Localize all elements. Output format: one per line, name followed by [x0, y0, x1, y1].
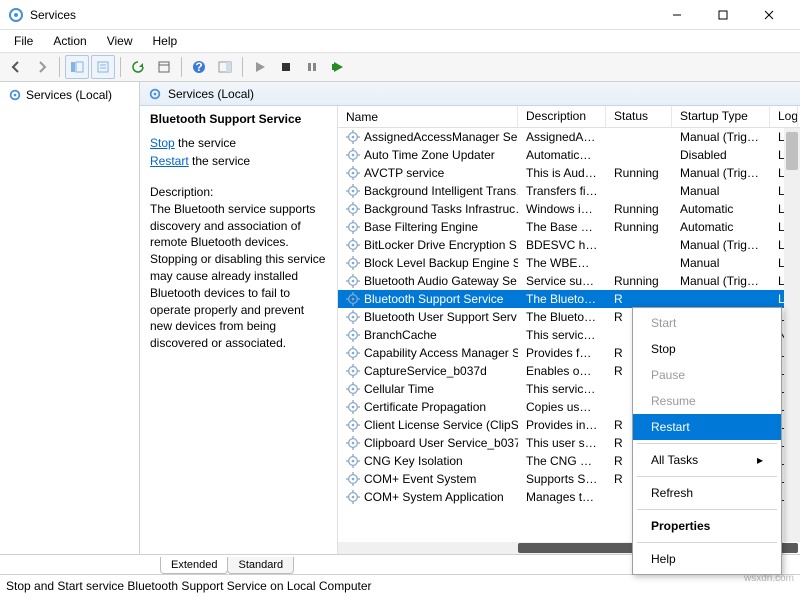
- gear-icon: [346, 382, 360, 396]
- tree-root-services-local[interactable]: Services (Local): [0, 86, 139, 104]
- maximize-button[interactable]: [700, 0, 746, 30]
- window-title: Services: [30, 8, 654, 22]
- gear-icon: [346, 220, 360, 234]
- detail-desc-label: Description:: [150, 184, 327, 201]
- table-row[interactable]: Block Level Backup Engine S…The WBENGI…M…: [338, 254, 800, 272]
- table-row[interactable]: AVCTP serviceThis is Audio…RunningManual…: [338, 164, 800, 182]
- toolbar: ?: [0, 52, 800, 82]
- gear-icon: [346, 436, 360, 450]
- menu-view[interactable]: View: [99, 32, 141, 50]
- minimize-button[interactable]: [654, 0, 700, 30]
- detail-pane: Bluetooth Support Service Stop the servi…: [140, 106, 338, 554]
- ctx-pause: Pause: [633, 362, 781, 388]
- table-row[interactable]: Auto Time Zone UpdaterAutomaticall…Disab…: [338, 146, 800, 164]
- properties-button[interactable]: [152, 55, 176, 79]
- ctx-refresh[interactable]: Refresh: [633, 480, 781, 506]
- gear-icon: [346, 202, 360, 216]
- menubar: File Action View Help: [0, 30, 800, 52]
- start-service-button[interactable]: [248, 55, 272, 79]
- gear-icon: [346, 274, 360, 288]
- gear-icon: [346, 256, 360, 270]
- col-description[interactable]: Description: [518, 106, 606, 127]
- gear-icon: [346, 490, 360, 504]
- restart-service-button[interactable]: [326, 55, 350, 79]
- gear-icon: [346, 364, 360, 378]
- col-name[interactable]: Name: [338, 106, 518, 127]
- gear-icon: [346, 292, 360, 306]
- table-row[interactable]: Base Filtering EngineThe Base Filt…Runni…: [338, 218, 800, 236]
- titlebar: Services: [0, 0, 800, 30]
- gear-icon: [346, 166, 360, 180]
- ctx-help[interactable]: Help: [633, 546, 781, 572]
- menu-action[interactable]: Action: [45, 32, 94, 50]
- ctx-stop[interactable]: Stop: [633, 336, 781, 362]
- show-hide-tree-button[interactable]: [65, 55, 89, 79]
- close-button[interactable]: [746, 0, 792, 30]
- tab-extended[interactable]: Extended: [160, 557, 228, 574]
- tab-standard[interactable]: Standard: [227, 557, 294, 574]
- tree-pane: Services (Local): [0, 82, 140, 554]
- gear-icon: [346, 130, 360, 144]
- gear-icon: [346, 238, 360, 252]
- vertical-scrollbar[interactable]: [784, 128, 800, 542]
- export-list-button[interactable]: [91, 55, 115, 79]
- stop-service-button[interactable]: [274, 55, 298, 79]
- detail-desc: The Bluetooth service supports discovery…: [150, 201, 327, 352]
- action-pane-button[interactable]: [213, 55, 237, 79]
- table-row[interactable]: Background Intelligent Trans…Transfers f…: [338, 182, 800, 200]
- menu-file[interactable]: File: [6, 32, 41, 50]
- pause-service-button[interactable]: [300, 55, 324, 79]
- gear-icon: [346, 454, 360, 468]
- help-button[interactable]: ?: [187, 55, 211, 79]
- main-header: Services (Local): [140, 82, 800, 106]
- gear-icon: [346, 328, 360, 342]
- table-row[interactable]: Background Tasks Infrastruc…Windows inf……: [338, 200, 800, 218]
- gear-icon: [346, 148, 360, 162]
- col-startup[interactable]: Startup Type: [672, 106, 770, 127]
- table-row[interactable]: Bluetooth Audio Gateway Se…Service supp……: [338, 272, 800, 290]
- chevron-right-icon: ▸: [757, 453, 763, 467]
- ctx-properties[interactable]: Properties: [633, 513, 781, 539]
- gear-icon: [346, 400, 360, 414]
- status-bar: Stop and Start service Bluetooth Support…: [0, 574, 800, 596]
- back-button[interactable]: [4, 55, 28, 79]
- services-app-icon: [8, 7, 24, 23]
- gear-icon: [346, 418, 360, 432]
- gear-icon: [346, 472, 360, 486]
- gear-icon: [346, 310, 360, 324]
- list-header: Name Description Status Startup Type Log: [338, 106, 800, 128]
- ctx-resume: Resume: [633, 388, 781, 414]
- forward-button[interactable]: [30, 55, 54, 79]
- svg-text:?: ?: [195, 60, 202, 74]
- table-row[interactable]: BitLocker Drive Encryption S…BDESVC hos……: [338, 236, 800, 254]
- ctx-restart[interactable]: Restart: [633, 414, 781, 440]
- ctx-start: Start: [633, 310, 781, 336]
- restart-service-link[interactable]: Restart: [150, 154, 189, 168]
- col-logon[interactable]: Log: [770, 106, 798, 127]
- detail-title: Bluetooth Support Service: [150, 112, 327, 126]
- refresh-button[interactable]: [126, 55, 150, 79]
- col-status[interactable]: Status: [606, 106, 672, 127]
- context-menu: Start Stop Pause Resume Restart All Task…: [632, 307, 782, 575]
- table-row[interactable]: Bluetooth Support ServiceThe Bluetoo…RLo…: [338, 290, 800, 308]
- main-header-title: Services (Local): [168, 87, 254, 101]
- stop-service-link[interactable]: Stop: [150, 136, 175, 150]
- gear-icon: [346, 184, 360, 198]
- gear-icon: [346, 346, 360, 360]
- ctx-all-tasks[interactable]: All Tasks▸: [633, 447, 781, 473]
- menu-help[interactable]: Help: [145, 32, 186, 50]
- table-row[interactable]: AssignedAccessManager Ser…AssignedAcc…Ma…: [338, 128, 800, 146]
